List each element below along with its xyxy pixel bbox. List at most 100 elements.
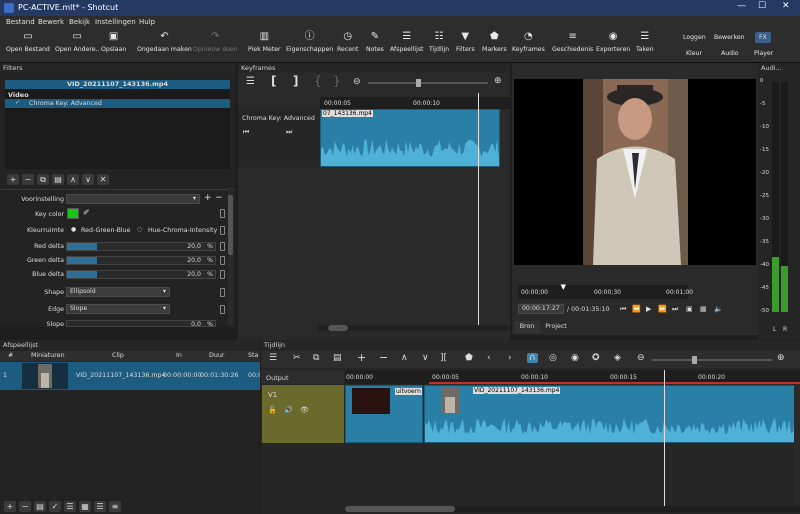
radio-hci[interactable]: ○ [137, 226, 142, 233]
keyframes-hscroll[interactable] [318, 325, 510, 331]
layout-logging-button[interactable]: Loggen [683, 34, 706, 41]
layout-fx-button[interactable]: FX [755, 32, 771, 43]
red-delta-slider[interactable]: 20,0% [66, 242, 216, 251]
paste-icon[interactable]: ▤ [333, 353, 342, 363]
player-ruler[interactable]: 00:00;00 00:00;30 00:01;00 ▼ [518, 283, 693, 299]
fast-forward-icon[interactable]: ⏩ [658, 305, 667, 313]
reset-colorspace-button[interactable] [220, 226, 225, 235]
zoom-out-icon[interactable]: ⊖ [637, 353, 645, 363]
playlist-button[interactable]: ☰ Afspeellijst [390, 31, 423, 53]
menu-view[interactable]: Bekijk [69, 18, 90, 26]
add-marker-icon[interactable]: ⬟ [465, 353, 473, 363]
edge-dropdown[interactable]: Slope ▾ [66, 304, 170, 314]
player-playhead[interactable]: ▼ [561, 283, 566, 291]
close-button[interactable]: ✕ [782, 1, 790, 11]
layout-editing-button[interactable]: Bewerken [714, 34, 745, 41]
menu-help[interactable]: Hulp [139, 18, 155, 26]
tab-project[interactable]: Project [541, 321, 571, 333]
lift-icon[interactable]: ∧ [401, 353, 408, 363]
green-delta-slider[interactable]: 20,0% [66, 256, 216, 265]
zoom-out-icon[interactable]: ⊖ [353, 77, 361, 87]
track-header-v1[interactable]: V1 🔓 🔊 👁 [262, 385, 344, 443]
timeline-clip-1[interactable]: uitvoern [345, 385, 423, 443]
maximize-button[interactable]: ☐ [758, 1, 766, 11]
delete-preset-button[interactable]: − [215, 193, 223, 203]
move-filter-down-button[interactable]: ∨ [82, 174, 94, 185]
playlist-menu-button[interactable]: ☰ [64, 501, 76, 512]
radio-rgb[interactable]: ● [71, 226, 76, 233]
recent-button[interactable]: ◷ Recent [337, 31, 358, 53]
paste-filter-button[interactable]: ▤ [52, 174, 64, 185]
minimize-button[interactable]: — [737, 1, 746, 11]
playlist-add-button[interactable]: + [4, 501, 16, 512]
append-icon[interactable]: + [357, 351, 366, 364]
menu-edit[interactable]: Bewerk [38, 18, 64, 26]
menu-file[interactable]: Bestand [6, 18, 35, 26]
key-color-swatch[interactable] [67, 208, 79, 219]
lock-icon[interactable]: 🔓 [268, 406, 277, 414]
layout-player-button[interactable]: Player [754, 50, 773, 57]
timeline-vscroll[interactable] [794, 385, 800, 503]
timeline-ruler[interactable]: 00:00:00 00:00:05 00:00:10 00:00:15 00:0… [345, 370, 800, 384]
timeline-menu-icon[interactable]: ☰ [269, 353, 277, 363]
reset-blue-delta-button[interactable] [220, 270, 225, 279]
ripple-all-icon[interactable]: ✪ [592, 353, 600, 363]
ripple-delete-icon[interactable]: − [379, 351, 388, 364]
video-viewer[interactable] [514, 79, 756, 265]
snap-icon[interactable]: ∩ [527, 353, 538, 363]
split-icon[interactable]: ][ [440, 353, 447, 363]
copy-icon[interactable]: ⧉ [313, 353, 319, 363]
remove-filter-button[interactable]: − [22, 174, 34, 185]
skip-next-icon[interactable]: ⏭ [672, 305, 678, 314]
playlist-update-button[interactable]: ▤ [34, 501, 46, 512]
timeline-button[interactable]: ☷ Tijdlijn [429, 31, 449, 53]
add-filter-button[interactable]: + [7, 174, 19, 185]
tab-source[interactable]: Bron [514, 321, 540, 333]
menu-settings[interactable]: Instellingen [95, 18, 136, 26]
visibility-eye-icon[interactable]: 👁 [300, 406, 309, 414]
preset-dropdown[interactable]: ▾ [66, 194, 200, 204]
playlist-details-button[interactable]: ≡ [109, 501, 121, 512]
properties-button[interactable]: ⓘ Eigenschappen [286, 31, 333, 53]
layout-color-button[interactable]: Kleur [686, 50, 702, 57]
ripple-icon[interactable]: ◉ [571, 353, 579, 363]
redo-button[interactable]: ↷ Opnieuw doen [193, 31, 238, 53]
open-other-button[interactable]: ▭ Open Andere.. [55, 31, 100, 53]
keyframes-clip[interactable]: 07_143136.mp4 [320, 109, 500, 167]
keyframes-playhead[interactable] [477, 93, 479, 325]
scrub-icon[interactable]: ◎ [549, 353, 557, 363]
next-keyframe-icon[interactable]: } [333, 74, 341, 88]
filters-button[interactable]: ▼ Filters [456, 31, 475, 53]
filter-item-chroma-key[interactable]: ✓ Chroma Key: Advanced [5, 99, 230, 108]
playlist-select-button[interactable]: ✓ [49, 501, 61, 512]
timeline-clip-2[interactable]: VID_20211107_143136.mp4 [424, 385, 800, 443]
layout-audio-button[interactable]: Audio [721, 50, 739, 57]
reset-edge-button[interactable] [220, 305, 225, 314]
timeline-playhead[interactable] [663, 370, 665, 506]
notes-button[interactable]: ✎ Notes [366, 31, 384, 53]
keyframes-button[interactable]: ◔ Keyframes [512, 31, 545, 53]
ripple-markers-icon[interactable]: ◈ [614, 353, 621, 363]
blue-delta-slider[interactable]: 20,0% [66, 270, 216, 279]
eyedropper-icon[interactable]: ✐ [83, 208, 90, 217]
slope-slider[interactable]: 0,0% [66, 320, 216, 328]
copy-filter-button[interactable]: ⧉ [37, 174, 49, 185]
save-preset-button[interactable]: + [204, 193, 212, 203]
shape-dropdown[interactable]: Ellipsoïd ▾ [66, 287, 170, 297]
next-marker-icon[interactable]: › [508, 353, 512, 363]
grid-icon[interactable]: ▦ [700, 305, 707, 313]
skip-previous-icon[interactable]: ⏮ [620, 305, 626, 314]
deselect-filter-button[interactable]: ✕ [97, 174, 109, 185]
rewind-icon[interactable]: ⏪ [632, 305, 641, 313]
open-file-button[interactable]: ▭ Open Bestand [6, 31, 50, 53]
set-in-icon[interactable]: [ [271, 74, 276, 88]
reset-shape-button[interactable] [220, 288, 225, 297]
cut-icon[interactable]: ✂ [293, 353, 301, 363]
playlist-icons-button[interactable]: ☰ [94, 501, 106, 512]
play-icon[interactable]: ▶ [646, 305, 651, 313]
filters-scrollbar[interactable] [228, 187, 233, 325]
overwrite-icon[interactable]: ∨ [422, 353, 429, 363]
filter-enabled-checkbox[interactable]: ✓ [15, 99, 20, 106]
undo-button[interactable]: ↶ Ongedaan maken [137, 31, 192, 53]
prev-marker-icon[interactable]: ‹ [487, 353, 491, 363]
